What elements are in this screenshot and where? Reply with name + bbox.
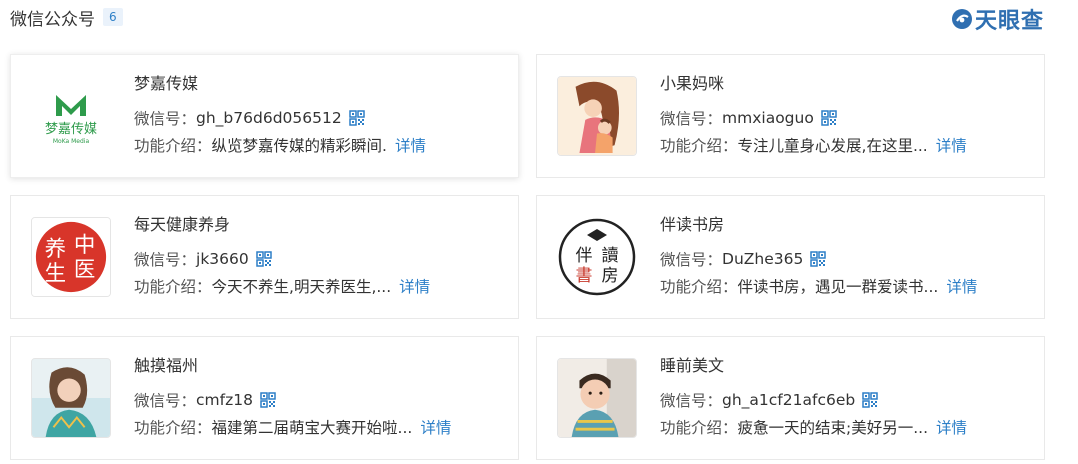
intro-label: 功能介绍：: [660, 137, 738, 155]
woman-portrait-photo-icon: [32, 359, 110, 437]
intro-text: 纵览梦嘉传媒的精彩瞬间.: [211, 137, 387, 155]
account-name[interactable]: 触摸福州: [134, 352, 198, 376]
mother-child-illustration-icon: [558, 77, 636, 155]
intro-row: 功能介绍： 福建第二届萌宝大赛开始啦... 详情: [134, 416, 451, 438]
qr-code-icon[interactable]: [260, 392, 276, 408]
intro-label: 功能介绍：: [660, 278, 738, 296]
wechat-id-label: 微信号：: [660, 251, 723, 269]
account-name[interactable]: 伴读书房: [660, 211, 724, 235]
wechat-id-row: 微信号： DuZhe365: [660, 248, 827, 270]
seal-char-3: 生: [45, 261, 66, 286]
intro-row: 功能介绍： 纵览梦嘉传媒的精彩瞬间. 详情: [134, 134, 426, 156]
account-card-chumo[interactable]: 触摸福州 微信号： cmfz18 功能介绍： 福建第二届萌宝大赛开始啦... 详…: [10, 336, 519, 460]
account-card-shuiqian[interactable]: 睡前美文 微信号： gh_a1cf21afc6eb 功能介绍： 疲惫一天的结束;…: [536, 336, 1045, 460]
wechat-id-value: jk3660: [196, 250, 249, 268]
wechat-id-label: 微信号：: [134, 110, 197, 128]
wechat-id-row: 微信号： mmxiaoguo: [660, 107, 837, 129]
seal-char-2: 中: [74, 233, 95, 258]
intro-text: 专注儿童身心发展,在这里...: [737, 137, 928, 155]
logo-char-1: 伴: [576, 246, 593, 266]
wechat-id-row: 微信号： gh_a1cf21afc6eb: [660, 389, 878, 411]
wechat-id-row: 微信号： jk3660: [134, 248, 272, 270]
details-link[interactable]: 详情: [936, 134, 967, 156]
account-card-mengjia[interactable]: 梦嘉传媒 MoKa Media 梦嘉传媒 微信号： gh_b76d6d05651…: [10, 54, 519, 178]
logo-char-4: 房: [602, 266, 619, 286]
logo-char-2: 讀: [602, 246, 619, 266]
avatar-logo-subtext: MoKa Media: [53, 138, 90, 145]
wechat-id-row: 微信号： cmfz18: [134, 389, 276, 411]
details-link[interactable]: 详情: [420, 416, 451, 438]
intro-text: 福建第二届萌宝大赛开始啦...: [211, 419, 413, 437]
count-badge: 6: [103, 8, 123, 26]
section-title: 微信公众号: [10, 9, 95, 30]
brand-name: 天眼查: [974, 9, 1044, 34]
book-house-logo-icon: 伴 讀 書 房: [557, 217, 637, 297]
logo-char-3: 書: [576, 266, 593, 286]
account-avatar[interactable]: [557, 76, 637, 156]
intro-text: 伴读书房，遇见一群爱读书...: [737, 278, 939, 296]
details-link[interactable]: 详情: [936, 416, 967, 438]
intro-label: 功能介绍：: [134, 278, 212, 296]
seal-char-1: 养: [45, 237, 66, 262]
avatar-logo-text: 梦嘉传媒: [45, 122, 97, 137]
wechat-id-label: 微信号：: [660, 110, 723, 128]
intro-row: 功能介绍： 专注儿童身心发展,在这里... 详情: [660, 134, 967, 156]
qr-code-icon[interactable]: [821, 110, 837, 126]
intro-row: 功能介绍： 今天不养生,明天养医生,... 详情: [134, 275, 430, 297]
qr-code-icon[interactable]: [862, 392, 878, 408]
account-avatar[interactable]: 养 中 生 医: [31, 217, 111, 297]
seal-char-4: 医: [74, 258, 95, 283]
intro-row: 功能介绍： 伴读书房，遇见一群爱读书... 详情: [660, 275, 977, 297]
account-name[interactable]: 睡前美文: [660, 352, 724, 376]
wechat-id-label: 微信号：: [134, 392, 197, 410]
account-avatar[interactable]: 伴 讀 書 房: [557, 217, 637, 297]
section-header: 微信公众号 6: [10, 4, 123, 30]
intro-label: 功能介绍：: [660, 419, 738, 437]
intro-text: 今天不养生,明天养医生,...: [211, 278, 392, 296]
account-name[interactable]: 梦嘉传媒: [134, 70, 198, 94]
brand-logo[interactable]: 天眼查: [951, 3, 1044, 35]
account-avatar[interactable]: 梦嘉传媒 MoKa Media: [31, 76, 111, 156]
wechat-id-value: gh_b76d6d056512: [196, 109, 342, 127]
wechat-id-value: mmxiaoguo: [722, 109, 814, 127]
intro-text: 疲惫一天的结束;美好另一...: [737, 419, 929, 437]
details-link[interactable]: 详情: [946, 275, 977, 297]
account-avatar[interactable]: [557, 358, 637, 438]
qr-code-icon[interactable]: [256, 251, 272, 267]
intro-row: 功能介绍： 疲惫一天的结束;美好另一... 详情: [660, 416, 967, 438]
qr-code-icon[interactable]: [348, 110, 365, 126]
wechat-id-value: gh_a1cf21afc6eb: [722, 391, 856, 409]
wechat-id-value: DuZhe365: [722, 250, 804, 268]
tianyancha-eye-icon: [951, 9, 972, 29]
intro-label: 功能介绍：: [134, 419, 212, 437]
details-link[interactable]: 详情: [399, 275, 430, 297]
moka-media-logo-icon: 梦嘉传媒 MoKa Media: [31, 76, 111, 156]
intro-label: 功能介绍：: [134, 137, 212, 155]
qr-code-icon[interactable]: [810, 251, 827, 267]
account-avatar[interactable]: [31, 358, 111, 438]
wechat-id-label: 微信号：: [660, 392, 723, 410]
health-seal-logo-icon: 养 中 生 医: [32, 218, 110, 296]
wechat-id-value: cmfz18: [196, 391, 253, 409]
wechat-id-label: 微信号：: [134, 251, 197, 269]
details-link[interactable]: 详情: [395, 134, 426, 156]
account-name[interactable]: 每天健康养身: [134, 211, 230, 235]
account-card-jiankang[interactable]: 养 中 生 医 每天健康养身 微信号： jk3660 功能介绍： 今天不养生,明…: [10, 195, 519, 319]
account-card-xiaoguo[interactable]: 小果妈咪 微信号： mmxiaoguo 功能介绍： 专注儿童身心发展,在这里..…: [536, 54, 1045, 178]
wechat-id-row: 微信号： gh_b76d6d056512: [134, 107, 365, 129]
account-card-bandu[interactable]: 伴 讀 書 房 伴读书房 微信号： DuZhe365 功能介绍： 伴读书房，遇见…: [536, 195, 1045, 319]
child-portrait-photo-icon: [558, 359, 636, 437]
account-name[interactable]: 小果妈咪: [660, 70, 724, 94]
